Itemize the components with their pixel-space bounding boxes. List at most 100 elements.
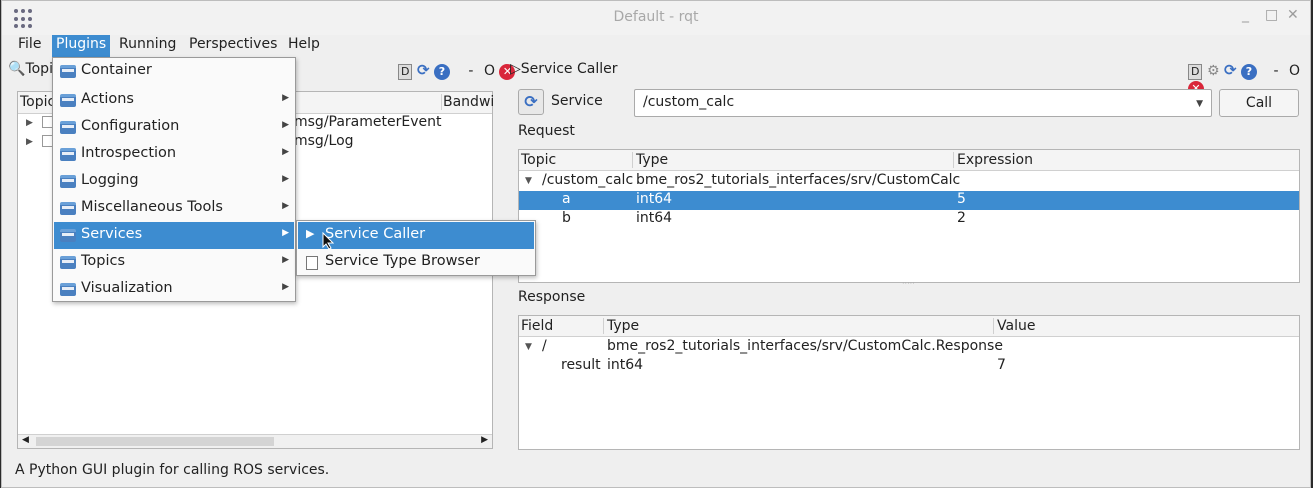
menu-item-label: Actions [81,91,134,107]
minimize-button[interactable]: _ [1242,7,1249,23]
request-table[interactable]: Topic Type Expression ▼ /custom_calc bme… [518,149,1300,283]
col-expression[interactable]: Expression [953,152,1033,168]
menu-item-services[interactable]: Services ▶ [54,222,294,249]
dock-d-button[interactable]: D [1188,64,1203,80]
menu-item-label: Configuration [81,118,180,134]
dock-dash-button[interactable]: - [1273,63,1278,79]
service-value: /custom_calc [643,94,735,110]
req-topic: b [562,210,571,226]
help-icon[interactable]: ? [433,64,450,80]
col-type[interactable]: Type [632,152,668,168]
col-topic[interactable]: Topic [521,152,556,168]
resp-field: result [561,357,601,373]
horizontal-scrollbar[interactable]: ◀ ▶ [18,434,492,448]
splitter-handle[interactable]: ····· [902,279,918,288]
submenu-arrow-icon: ▶ [282,255,289,265]
table-row[interactable]: ▼ /custom_calc bme_ros2_tutorials_interf… [519,172,1299,191]
maximize-button[interactable]: □ [1265,7,1278,23]
menu-item-label: Introspection [81,145,177,161]
title-bar: Default - rqt _ □ ✕ [2,1,1310,35]
menu-item-misc-tools[interactable]: Miscellaneous Tools ▶ [54,195,294,222]
menu-help[interactable]: Help [284,35,324,57]
resp-type: bme_ros2_tutorials_interfaces/srv/Custom… [607,338,1003,354]
menu-plugins[interactable]: Plugins [52,35,111,57]
resp-type: int64 [607,357,644,373]
menu-running[interactable]: Running [115,35,180,57]
col-bandwidth[interactable]: Bandwi [441,94,494,110]
table-row[interactable]: ▼ / bme_ros2_tutorials_interfaces/srv/Cu… [519,338,1299,357]
request-label: Request [518,123,575,139]
call-button[interactable]: Call [1219,89,1299,117]
menu-item-introspection[interactable]: Introspection ▶ [54,141,294,168]
req-expression[interactable]: 2 [957,210,966,226]
submenu-arrow-icon: ▶ [282,120,289,130]
submenu-arrow-icon: ▶ [282,174,289,184]
folder-icon [60,148,76,161]
submenu-arrow-icon: ▶ [282,93,289,103]
mouse-cursor-icon [322,231,335,254]
play-icon: ▷ [510,61,521,77]
plugins-menu: Container Actions ▶ Configuration ▶ Intr… [52,57,296,302]
col-type[interactable]: Type [603,318,639,334]
expand-icon[interactable]: ▶ [26,118,33,128]
topic-type: msg/ParameterEvent [294,114,442,130]
service-combobox[interactable]: /custom_calc ▼ [634,89,1212,117]
table-row[interactable]: result int64 7 [519,357,1299,376]
response-table[interactable]: Field Type Value ▼ / bme_ros2_tutorials_… [518,315,1300,450]
menu-item-configuration[interactable]: Configuration ▶ [54,114,294,141]
scroll-right-icon[interactable]: ▶ [481,435,488,445]
reload-icon[interactable]: ⟳ [417,61,430,79]
menu-item-visualization[interactable]: Visualization ▶ [54,276,294,303]
menu-perspectives[interactable]: Perspectives [185,35,281,57]
gear-icon[interactable]: ⚙ [1207,63,1220,79]
menu-file[interactable]: File [14,35,45,57]
response-label: Response [518,289,586,305]
resp-value: 7 [997,357,1006,373]
menu-item-container[interactable]: Container [54,58,294,85]
menu-item-topics[interactable]: Topics ▶ [54,249,294,276]
submenu-arrow-icon: ▶ [282,282,289,292]
menu-item-label: Visualization [81,280,173,296]
dock-dash-button[interactable]: - [468,63,473,79]
submenu-arrow-icon: ▶ [282,228,289,238]
table-row[interactable]: b int64 2 [519,210,1299,229]
col-field[interactable]: Field [521,318,553,334]
document-icon [306,256,318,270]
play-icon: ▶ [306,227,315,240]
menu-item-actions[interactable]: Actions ▶ [54,87,294,114]
service-row: ⟳ Service /custom_calc ▼ Call [518,89,1308,117]
submenu-arrow-icon: ▶ [282,201,289,211]
dock-d-button[interactable]: D [398,64,413,80]
refresh-services-button[interactable]: ⟳ [518,89,544,115]
menu-item-logging[interactable]: Logging ▶ [54,168,294,195]
table-row[interactable]: a int64 5 [519,191,1299,210]
collapse-icon[interactable]: ▼ [525,342,532,352]
close-window-button[interactable]: ✕ [1287,7,1299,23]
folder-icon [60,256,76,269]
dock-o-button[interactable]: O [484,63,495,79]
col-value[interactable]: Value [993,318,1035,334]
scroll-thumb[interactable] [36,437,274,446]
rqt-window: Default - rqt _ □ ✕ File Plugins Running… [1,0,1311,488]
window-title: Default - rqt [613,9,699,25]
reload-icon[interactable]: ⟳ [1224,61,1237,79]
collapse-icon[interactable]: ▼ [525,176,532,186]
topic-type: msg/Log [294,133,354,149]
topic-monitor-dock-buttons: D ⟳ ? - O ✕ [398,61,516,81]
req-topic: a [562,191,571,207]
folder-icon [60,202,76,215]
scroll-left-icon[interactable]: ◀ [22,435,29,445]
request-header: Topic Type Expression [519,150,1299,171]
req-expression[interactable]: 5 [957,191,966,207]
service-caller-dock-title: ▷Service Caller [510,61,617,81]
col-topic[interactable]: Topic [20,94,55,110]
topic-monitor-dock-title: 🔍Topi [8,61,53,81]
menu-item-label: Miscellaneous Tools [81,199,223,215]
req-type: int64 [636,210,673,226]
help-icon[interactable]: ? [1240,64,1257,80]
expand-icon[interactable]: ▶ [26,137,33,147]
folder-icon [60,65,76,78]
req-type: bme_ros2_tutorials_interfaces/srv/Custom… [636,172,961,188]
magnifier-icon: 🔍 [8,61,26,77]
dock-o-button[interactable]: O [1289,63,1300,79]
